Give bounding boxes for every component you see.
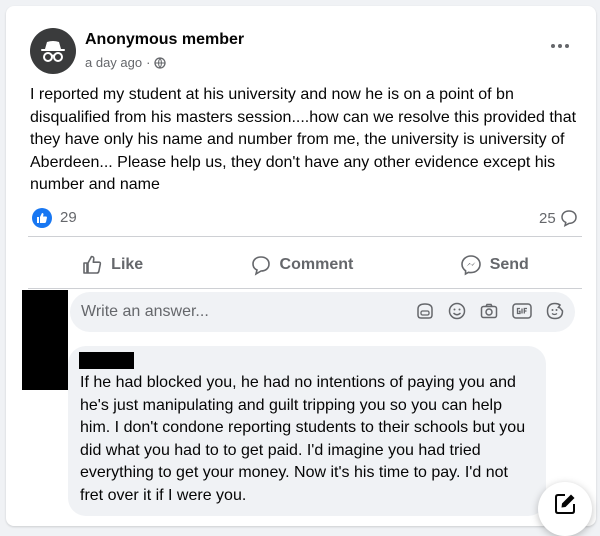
comment-button[interactable]: Comment — [250, 254, 354, 276]
author-name[interactable]: Anonymous member — [85, 31, 244, 49]
avatar-sticker-icon[interactable] — [415, 301, 435, 321]
redacted-commenter-name — [79, 352, 134, 369]
anonymous-avatar[interactable] — [30, 28, 76, 74]
globe-icon — [154, 56, 167, 69]
comment-icon — [251, 256, 270, 276]
dot-icon — [558, 44, 562, 48]
incognito-icon — [41, 41, 65, 62]
comment-label: Comment — [279, 256, 354, 273]
messenger-icon — [460, 255, 481, 276]
comment-count-value: 25 — [539, 209, 556, 227]
dot-icon — [551, 44, 555, 48]
divider — [28, 236, 582, 237]
send-label: Send — [489, 256, 529, 273]
answer-tools — [415, 301, 565, 321]
like-button[interactable]: Like — [81, 254, 143, 276]
emoji-icon[interactable] — [447, 301, 467, 321]
post-timestamp[interactable]: a day ago — [85, 55, 142, 70]
compose-button[interactable] — [538, 482, 592, 536]
post-actions: Like Comment Send — [28, 246, 582, 284]
redacted-avatar — [22, 290, 68, 390]
dot-icon — [565, 44, 569, 48]
gif-icon[interactable] — [511, 301, 533, 321]
comment-bubble-icon — [560, 210, 577, 227]
send-button[interactable]: Send — [460, 254, 529, 276]
compose-icon — [555, 494, 575, 514]
thumbs-up-icon — [83, 255, 102, 274]
more-options-button[interactable] — [542, 36, 578, 56]
meta-separator: · — [146, 55, 151, 70]
like-reaction-icon[interactable] — [32, 208, 52, 228]
sticker-icon[interactable] — [545, 301, 565, 321]
reaction-count[interactable]: 29 — [60, 209, 77, 226]
post-body: I reported my student at his university … — [30, 86, 577, 193]
comment-count[interactable]: 25 — [539, 209, 578, 227]
like-label: Like — [111, 256, 144, 273]
comment-body: If he had blocked you, he had no intenti… — [80, 374, 526, 504]
post-meta: a day ago · — [85, 55, 167, 70]
answer-placeholder: Write an answer... — [81, 303, 209, 320]
divider — [28, 288, 582, 289]
answer-input[interactable]: Write an answer... — [70, 292, 575, 332]
camera-icon[interactable] — [479, 301, 499, 321]
